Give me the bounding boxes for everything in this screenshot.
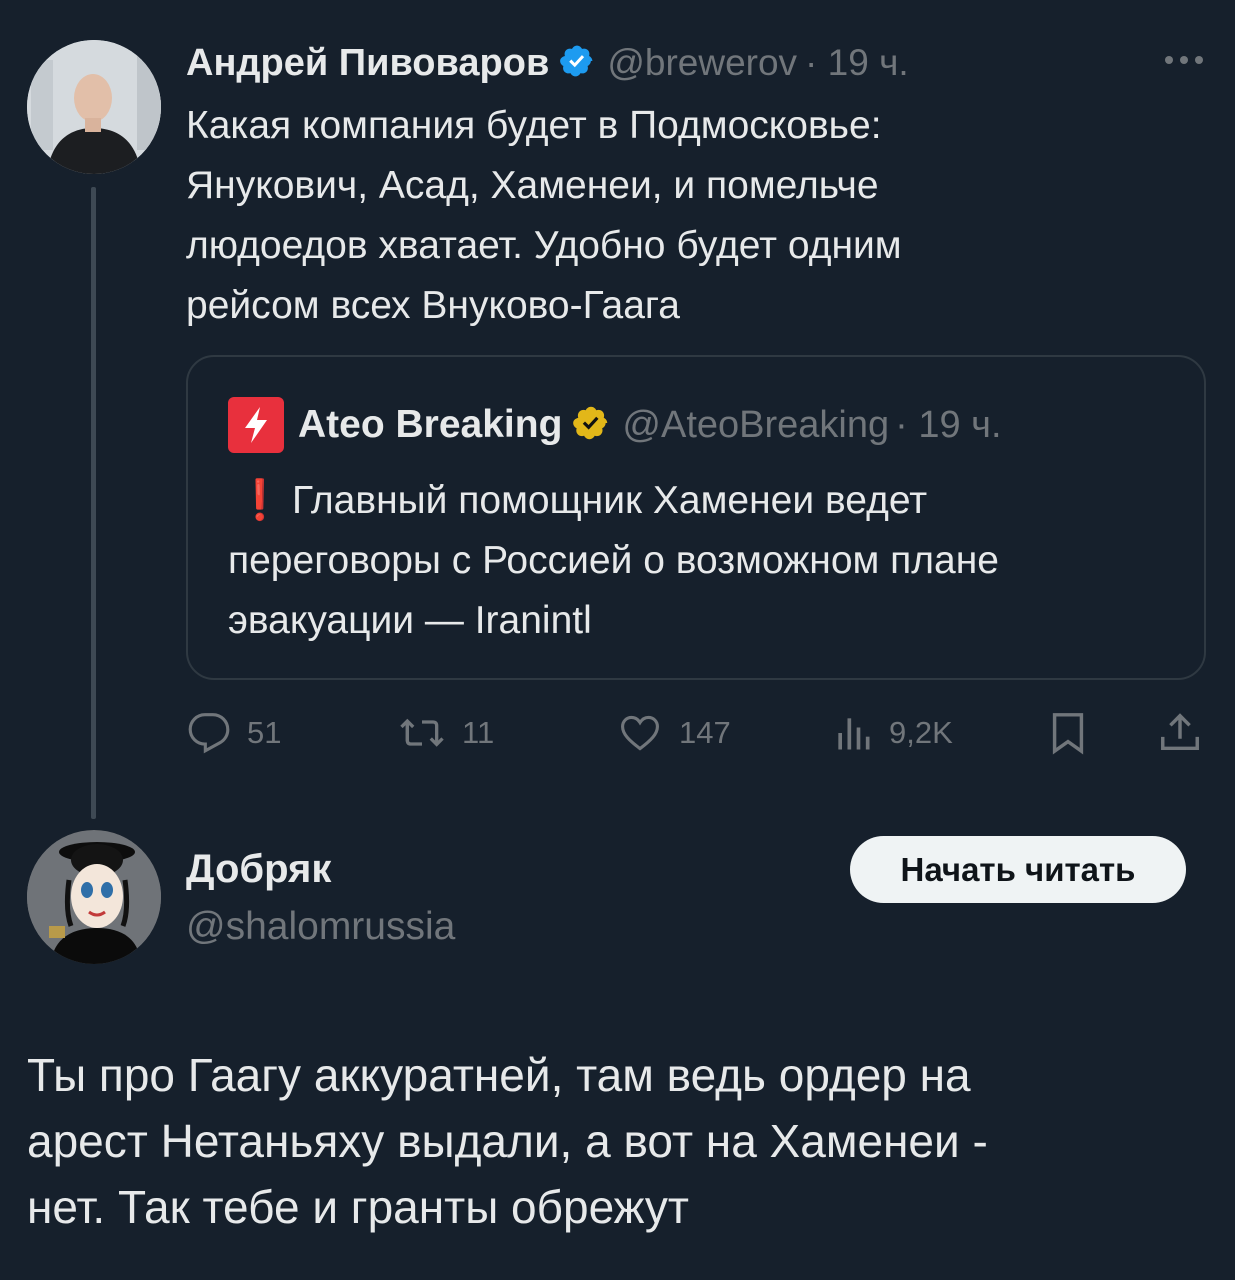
reply-text-line: нет. Так тебе и гранты обрежут: [27, 1181, 689, 1233]
share-button[interactable]: [1157, 708, 1219, 758]
tweet-text-line: Янукович, Асад, Хаменеи, и помельче: [186, 164, 879, 207]
share-icon: [1161, 713, 1199, 751]
tweet-text-line: людоедов хватает. Удобно будет одним: [186, 224, 902, 267]
quoted-tweet[interactable]: Ateo Breaking @AteoBreaking · 19 ч. ❗ Гла…: [186, 355, 1206, 680]
quoted-text-line: переговоры с Россией о возможном плане: [228, 539, 999, 582]
tweet-text-line: Какая компания будет в Подмосковье:: [186, 104, 882, 147]
reply-icon: [188, 713, 230, 754]
quoted-author-handle: @AteoBreaking: [622, 403, 890, 446]
like-count: 147: [679, 715, 731, 750]
quoted-tweet-time: · 19 ч.: [895, 403, 1002, 446]
quoted-text-line: ❗ Главный помощник Хаменеи ведет: [228, 471, 1188, 531]
retweet-count: 11: [462, 715, 495, 750]
author-name[interactable]: Андрей Пивоваров: [186, 42, 549, 85]
tweet-text-line: рейсом всех Внуково-Гаага: [186, 284, 680, 327]
more-options-icon[interactable]: [1163, 50, 1205, 70]
views-icon: [838, 718, 870, 750]
heart-icon: [621, 715, 659, 751]
reply-author-handle[interactable]: @shalomrussia: [186, 905, 455, 949]
bookmark-button[interactable]: [1048, 708, 1104, 758]
reply-author-avatar[interactable]: [27, 830, 161, 964]
retweet-button[interactable]: 11: [398, 708, 494, 758]
quoted-text-span: Главный помощник Хаменеи ведет: [292, 479, 928, 522]
avatar-doll-image: [27, 830, 161, 964]
quoted-tweet-header: Ateo Breaking @AteoBreaking · 19 ч.: [228, 397, 1002, 453]
tweet-time[interactable]: · 19 ч.: [805, 42, 909, 84]
bookmark-icon: [1052, 713, 1084, 755]
reply-text-line: арест Нетаньяху выдали, а вот на Хаменеи…: [27, 1115, 988, 1167]
reply-count: 51: [247, 715, 282, 750]
tweet-text: Какая компания будет в Подмосковье: Янук…: [186, 96, 1166, 336]
reply-author-name[interactable]: Добряк: [186, 847, 331, 892]
tweet-header: Андрей Пивоваров @brewerov · 19 ч.: [186, 38, 909, 88]
retweet-icon: [400, 718, 444, 747]
like-button[interactable]: 147: [617, 708, 731, 758]
verified-icon: [559, 43, 595, 84]
author-handle[interactable]: @brewerov: [607, 42, 797, 84]
reply-button[interactable]: 51: [187, 708, 281, 758]
thread-line: [91, 187, 96, 819]
quoted-tweet-text: ❗ Главный помощник Хаменеи ведет перегово…: [228, 471, 1188, 651]
reply-text-line: Ты про Гаагу аккуратней, там ведь ордер …: [27, 1049, 971, 1101]
follow-button[interactable]: Начать читать: [850, 836, 1186, 903]
quoted-text-line: эвакуации — Iranintl: [228, 599, 592, 642]
lightning-icon: [228, 397, 284, 453]
author-avatar[interactable]: [27, 40, 161, 174]
verified-gold-icon: [572, 404, 610, 447]
exclamation-icon: ❗: [235, 479, 285, 522]
quoted-author-name: Ateo Breaking: [298, 403, 563, 446]
views-button[interactable]: 9,2K: [833, 708, 953, 758]
views-count: 9,2K: [889, 715, 953, 750]
reply-text: Ты про Гаагу аккуратней, там ведь ордер …: [27, 1042, 1217, 1240]
avatar-photo: [27, 40, 161, 174]
